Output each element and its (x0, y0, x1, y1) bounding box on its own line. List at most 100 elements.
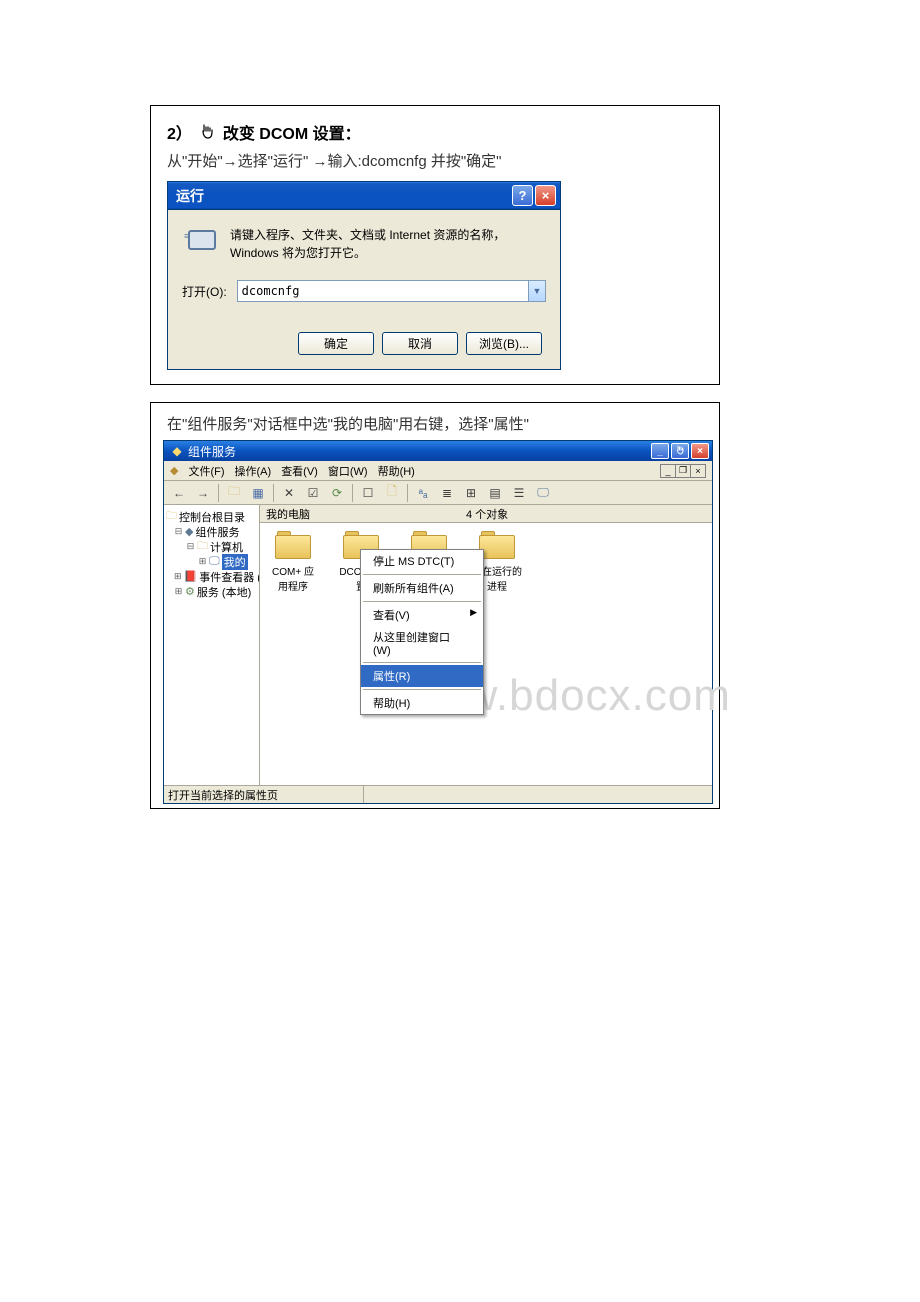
hand-cursor-icon (198, 123, 216, 146)
mdi-minimize-button[interactable]: _ (660, 464, 676, 478)
ctx-separator (363, 574, 481, 575)
back-button[interactable]: ← (168, 483, 190, 503)
section-heading: 2） 改变 DCOM 设置： (151, 106, 719, 150)
minimize-button[interactable]: _ (651, 443, 669, 459)
menu-view[interactable]: 查看(V) (281, 463, 318, 479)
show-hide-tree-button[interactable]: ▦ (247, 483, 269, 503)
ctx-view[interactable]: 查看(V) ▶ (361, 604, 483, 626)
delete-button[interactable]: ✕ (278, 483, 300, 503)
tree-my-computer[interactable]: ⊞ 🖵 我的 (166, 554, 257, 569)
menu-help[interactable]: 帮助(H) (378, 463, 415, 479)
titlebar-help-button[interactable]: ? (512, 185, 533, 206)
delete-icon: ✕ (284, 486, 294, 500)
document-section-1: 2） 改变 DCOM 设置： 从"开始"→选择"运行" →输入:dcomcnfg… (150, 105, 720, 385)
ok-button[interactable]: 确定 (298, 332, 374, 355)
help-icon: ? (519, 188, 527, 203)
view-mode3-button[interactable]: ⊞ (460, 483, 482, 503)
cancel-button[interactable]: 取消 (382, 332, 458, 355)
open-input[interactable] (238, 284, 528, 298)
ctx-stop-msdtc[interactable]: 停止 MS DTC(T) (361, 550, 483, 572)
close-button[interactable]: × (691, 443, 709, 459)
new-button[interactable]: 🗋 (381, 483, 403, 503)
titlebar-close-button[interactable]: × (535, 185, 556, 206)
thumbs-icon: ▤ (489, 486, 500, 500)
export-icon: ☐ (363, 486, 374, 500)
refresh-icon: ⟳ (332, 486, 342, 500)
run-dialog-title: 运行 (176, 186, 510, 206)
section-description: 从"开始"→选择"运行" →输入:dcomcnfg 并按"确定" (151, 150, 719, 181)
ctx-properties[interactable]: 属性(R) (361, 665, 483, 687)
tiles-icon: ☰ (514, 486, 525, 500)
computer-icon: 🖵 (209, 555, 220, 568)
folder-icon (479, 531, 515, 559)
view-mode4-button[interactable]: ▤ (484, 483, 506, 503)
up-button[interactable]: 🗀 (223, 483, 245, 503)
hand-button[interactable] (671, 443, 689, 459)
properties-button[interactable]: ☑ (302, 483, 324, 503)
folder-icon (275, 531, 311, 559)
close-icon: × (695, 466, 700, 476)
close-icon: × (542, 188, 550, 203)
view-mode2-button[interactable]: ≣ (436, 483, 458, 503)
status-bar: 打开当前选择的属性页 (164, 785, 712, 803)
content-header-count: 4 个对象 (460, 506, 508, 522)
heading-text: 改变 DCOM 设置： (223, 126, 361, 143)
open-label: 打开(O): (182, 283, 227, 300)
browse-button[interactable]: 浏览(B)... (466, 332, 542, 355)
refresh-button[interactable]: ⟳ (326, 483, 348, 503)
cs-titlebar[interactable]: ◆ 组件服务 _ × (164, 441, 712, 461)
tree-computers[interactable]: ⊟ 🗀 计算机 (166, 539, 257, 554)
arrow-left-icon: ← (173, 486, 185, 500)
forward-button[interactable]: → (192, 483, 214, 503)
tree-root[interactable]: 🗀 控制台根目录 (166, 509, 257, 524)
chevron-down-icon: ▼ (533, 286, 542, 296)
ctx-help[interactable]: 帮助(H) (361, 692, 483, 714)
close-icon: × (697, 446, 703, 457)
cs-tree[interactable]: 🗀 控制台根目录 ⊟ ◆ 组件服务 ⊟ 🗀 计算机 ⊞ (164, 505, 260, 785)
hand-icon (675, 445, 685, 458)
component-services-window: ◆ 组件服务 _ × ◆ 文件(F) 操作(A) 查看(V) 窗口(W) 帮助(… (163, 440, 713, 804)
icon-com-apps[interactable]: COM+ 应用程序 (268, 531, 318, 593)
collapse-icon[interactable]: ⊟ (174, 526, 183, 537)
collapse-icon[interactable]: ⊟ (186, 541, 195, 552)
expand-icon[interactable]: ⊞ (174, 586, 183, 597)
export-button[interactable]: ☐ (357, 483, 379, 503)
tree-component-services[interactable]: ⊟ ◆ 组件服务 (166, 524, 257, 539)
menu-file[interactable]: 文件(F) (188, 463, 224, 479)
event-viewer-icon: 📕 (184, 570, 198, 583)
run-dialog-icon: ≡ (182, 226, 218, 254)
mdi-buttons: _ ❐ × (661, 464, 706, 478)
open-combobox[interactable]: ▼ (237, 280, 546, 302)
submenu-arrow-icon: ▶ (470, 607, 477, 618)
details-icon: ⊞ (466, 486, 476, 500)
properties-icon: ☑ (308, 486, 319, 500)
component-services-icon: ◆ (185, 525, 193, 538)
mdi-restore-button[interactable]: ❐ (675, 464, 691, 478)
run-dialog-titlebar[interactable]: 运行 ? × (168, 182, 560, 210)
ctx-separator (363, 601, 481, 602)
ctx-refresh-all[interactable]: 刷新所有组件(A) (361, 577, 483, 599)
expand-icon[interactable]: ⊞ (198, 556, 207, 567)
document-section-2: 在"组件服务"对话框中选"我的电脑"用右键，选择"属性" ◆ 组件服务 _ × … (150, 402, 720, 809)
ctx-separator (363, 689, 481, 690)
ctx-new-window[interactable]: 从这里创建窗口(W) (361, 626, 483, 660)
menu-action[interactable]: 操作(A) (235, 463, 272, 479)
services-icon: ⚙ (185, 585, 195, 598)
view-mode5-button[interactable]: ☰ (508, 483, 530, 503)
mdi-close-button[interactable]: × (690, 464, 706, 478)
folder-up-icon: 🗀 (228, 482, 240, 503)
section2-description: 在"组件服务"对话框中选"我的电脑"用右键，选择"属性" (151, 403, 719, 440)
content-pane[interactable]: www.bdocx.com COM+ 应用程序 (260, 523, 712, 785)
view-mode1-button[interactable]: ᵃₐ (412, 483, 434, 503)
combobox-dropdown-button[interactable]: ▼ (528, 281, 545, 301)
cs-menubar: ◆ 文件(F) 操作(A) 查看(V) 窗口(W) 帮助(H) _ ❐ × (164, 461, 712, 481)
expand-icon[interactable]: ⊞ (174, 571, 182, 582)
menu-window[interactable]: 窗口(W) (328, 463, 368, 479)
computer-icon: 🖵 (537, 485, 549, 500)
tree-services-local[interactable]: ⊞ ⚙ 服务 (本地) (166, 584, 257, 599)
view-icon: ᵃₐ (419, 486, 428, 500)
view-mode6-button[interactable]: 🖵 (532, 483, 554, 503)
folder-icon: 🗀 (197, 537, 208, 556)
tree-event-viewer[interactable]: ⊞ 📕 事件查看器 ( (166, 569, 257, 584)
tree-icon: ▦ (252, 486, 263, 500)
